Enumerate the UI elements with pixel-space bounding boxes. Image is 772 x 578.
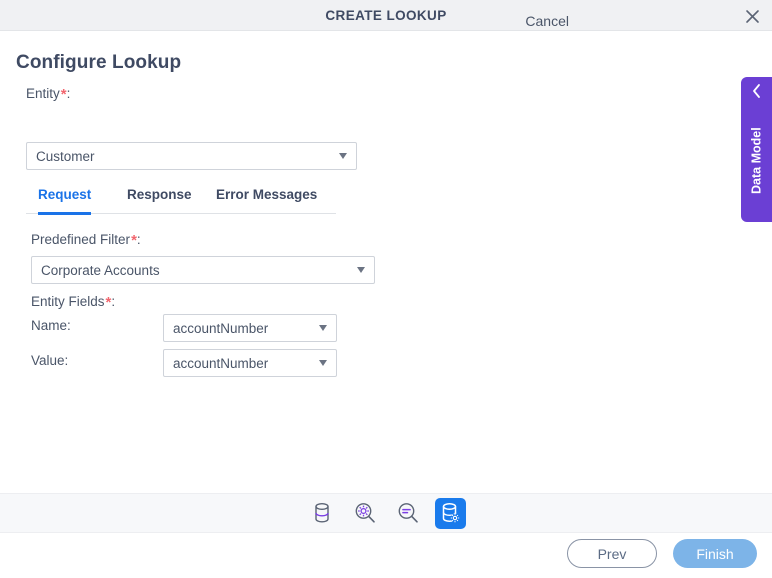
- data-model-label: Data Model: [749, 127, 764, 195]
- value-row-label: Value:: [31, 353, 69, 368]
- finish-button[interactable]: Finish: [673, 539, 757, 568]
- close-icon[interactable]: [740, 4, 764, 28]
- data-model-side-tab[interactable]: Data Model: [741, 77, 772, 222]
- entity-fields-label: Entity Fields*:: [31, 294, 115, 311]
- predefined-filter-value: Corporate Accounts: [41, 262, 160, 278]
- search-filter-icon[interactable]: [392, 498, 423, 529]
- tab-request[interactable]: Request: [38, 183, 92, 215]
- value-select-value: accountNumber: [173, 355, 269, 371]
- search-settings-icon[interactable]: [349, 498, 380, 529]
- chevron-down-icon: [319, 360, 327, 366]
- entity-label-colon: :: [66, 86, 71, 101]
- required-marker: *: [60, 86, 67, 103]
- name-select-value: accountNumber: [173, 320, 269, 336]
- chevron-down-icon: [339, 153, 347, 159]
- database-settings-icon[interactable]: [435, 497, 466, 529]
- predefined-filter-label-colon: :: [136, 232, 141, 247]
- entity-fields-label-text: Entity Fields: [31, 294, 105, 309]
- predefined-filter-label: Predefined Filter*:: [31, 232, 141, 249]
- dialog-body: Configure Lookup Entity*: Customer Reque…: [0, 31, 772, 492]
- dialog-title: CREATE LOOKUP: [325, 8, 447, 23]
- name-row-label: Name:: [31, 318, 71, 333]
- database-icon[interactable]: [306, 498, 337, 529]
- required-marker: *: [131, 232, 137, 249]
- cancel-button[interactable]: Cancel: [525, 13, 569, 29]
- entity-label-text: Entity: [26, 86, 60, 101]
- chevron-down-icon: [357, 267, 365, 273]
- chevron-down-icon: [319, 325, 327, 331]
- prev-button[interactable]: Prev: [567, 539, 657, 568]
- tab-error-messages[interactable]: Error Messages: [216, 183, 317, 212]
- entity-fields-label-colon: :: [111, 294, 116, 309]
- wizard-step-toolbar: [0, 493, 772, 533]
- dialog-titlebar: CREATE LOOKUP: [0, 0, 772, 31]
- name-select[interactable]: accountNumber: [163, 314, 337, 342]
- predefined-filter-select[interactable]: Corporate Accounts: [31, 256, 375, 284]
- entity-select-value: Customer: [36, 148, 95, 164]
- entity-select[interactable]: Customer: [26, 142, 357, 170]
- chevron-left-icon: [741, 83, 772, 99]
- predefined-filter-label-text: Predefined Filter: [31, 232, 131, 247]
- value-select[interactable]: accountNumber: [163, 349, 337, 377]
- entity-label: Entity*:: [26, 86, 70, 103]
- tab-response[interactable]: Response: [127, 183, 192, 212]
- tab-bar: Request Response Error Messages: [26, 183, 336, 215]
- page-title: Configure Lookup: [16, 52, 182, 73]
